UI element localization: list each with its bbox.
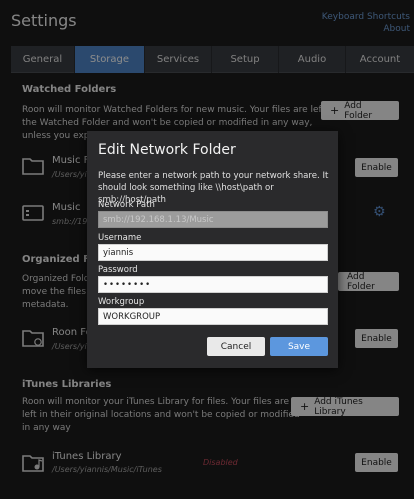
- dialog-title: Edit Network Folder: [98, 142, 236, 158]
- cancel-button[interactable]: Cancel: [207, 337, 265, 356]
- network-path-field: [98, 211, 328, 228]
- network-path-label: Network Path: [98, 200, 155, 210]
- password-label: Password: [98, 265, 138, 275]
- username-field[interactable]: [98, 244, 328, 261]
- edit-network-folder-dialog: Edit Network Folder Please enter a netwo…: [87, 131, 338, 368]
- save-button[interactable]: Save: [270, 337, 328, 356]
- password-field[interactable]: [98, 276, 328, 293]
- username-label: Username: [98, 233, 142, 243]
- workgroup-field[interactable]: [98, 308, 328, 325]
- settings-page: Settings Keyboard Shortcuts About Genera…: [0, 0, 414, 499]
- workgroup-label: Workgroup: [98, 297, 145, 307]
- dialog-description-line-1: Please enter a network path to your netw…: [98, 171, 329, 181]
